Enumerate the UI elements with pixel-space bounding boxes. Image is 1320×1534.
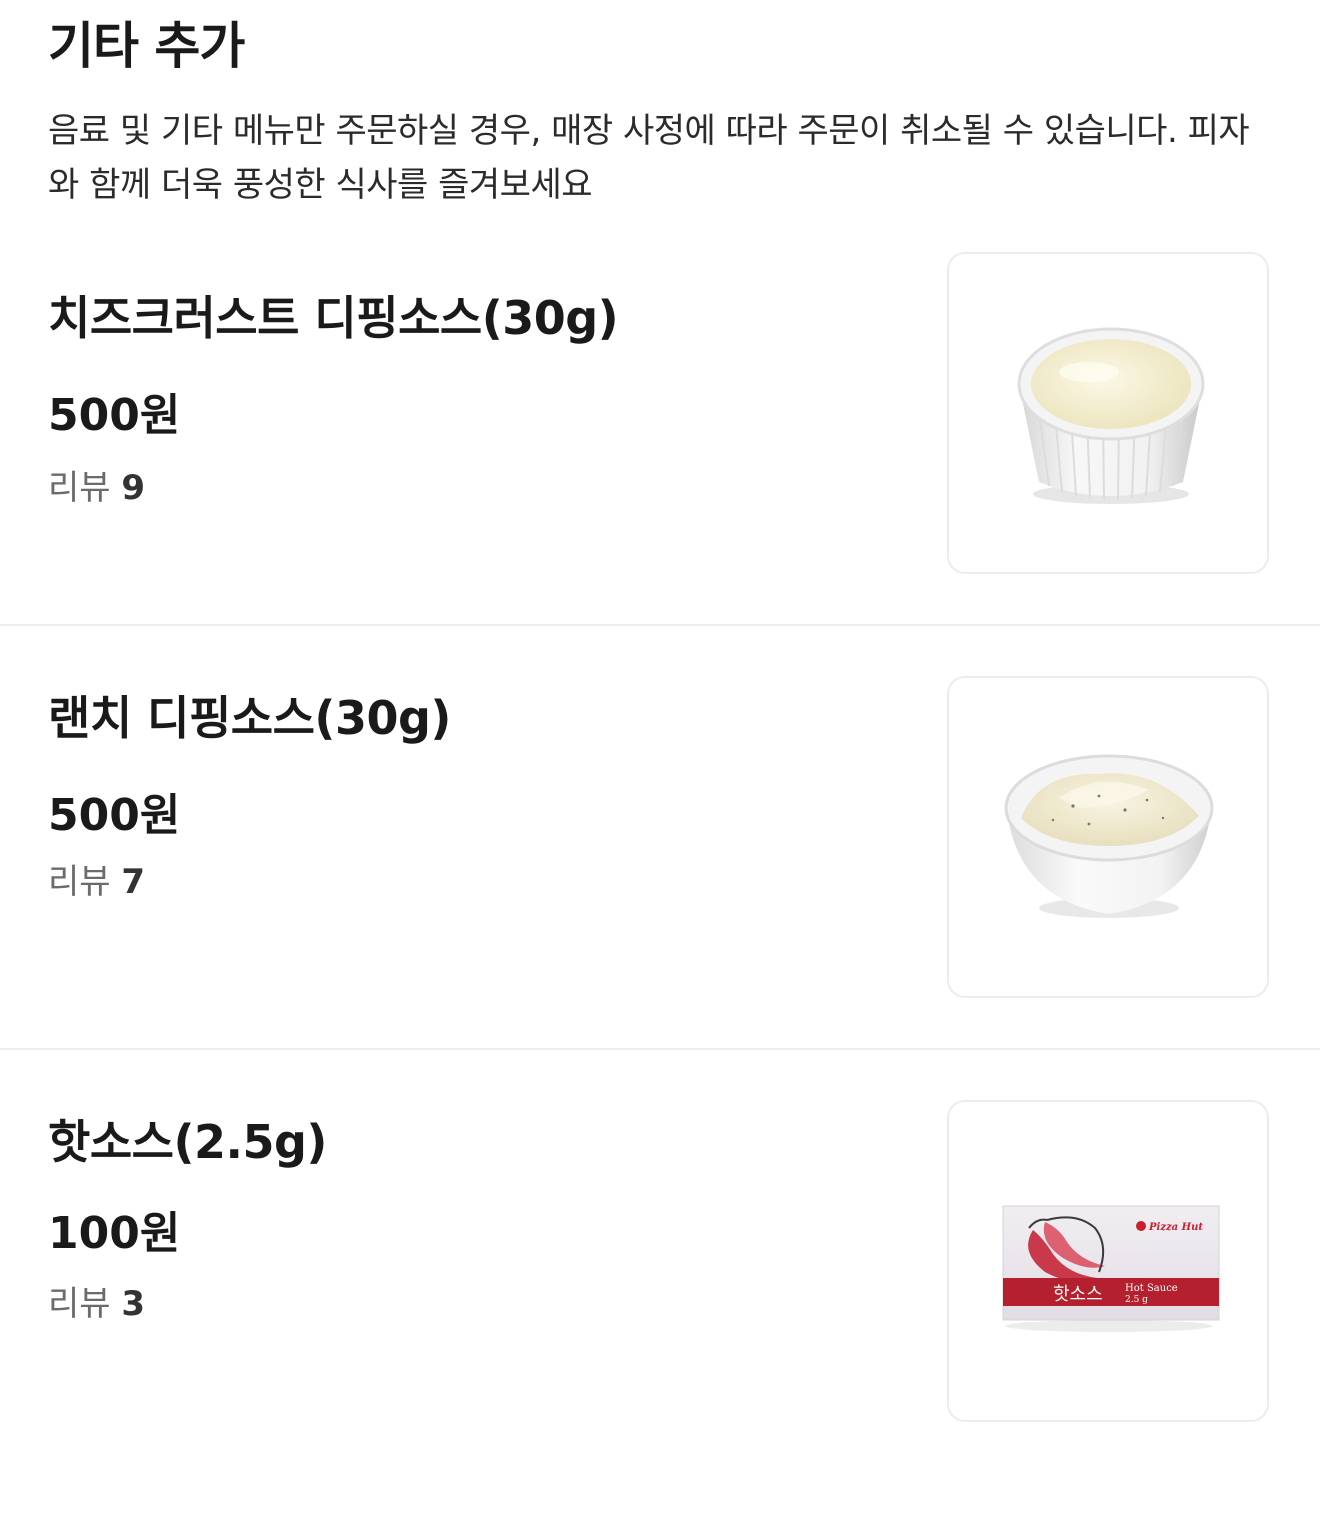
menu-item-ranch-sauce[interactable]: 랜치 디핑소스(30g) 500원 리뷰 7 bbox=[0, 624, 1320, 1110]
review-count: 9 bbox=[121, 468, 146, 508]
packet-korean-label: 핫소스 bbox=[1053, 1284, 1103, 1305]
packet-english-label: Hot Sauce bbox=[1125, 1283, 1178, 1294]
item-reviews: 리뷰 7 bbox=[48, 860, 145, 904]
item-name: 치즈크러스트 디핑소스(30g) bbox=[48, 291, 619, 345]
ranch-dipping-sauce-image bbox=[1004, 754, 1214, 918]
item-divider bbox=[0, 624, 1320, 626]
item-thumbnail[interactable]: Pizza Hut 핫소스 Hot Sauce 2.5 g bbox=[947, 1100, 1269, 1422]
item-thumbnail[interactable] bbox=[947, 676, 1269, 998]
item-reviews: 리뷰 9 bbox=[48, 466, 145, 510]
section-description: 음료 및 기타 메뉴만 주문하실 경우, 매장 사정에 따라 주문이 취소될 수… bbox=[48, 111, 1250, 205]
review-count: 7 bbox=[121, 862, 146, 902]
cheese-crust-dipping-sauce-image bbox=[1017, 327, 1205, 504]
item-price: 100원 bbox=[48, 1208, 181, 1259]
section-header: 기타 추가 음료 및 기타 메뉴만 주문하실 경우, 매장 사정에 따라 주문이… bbox=[48, 10, 1278, 212]
review-label: 리뷰 bbox=[48, 1284, 111, 1324]
item-reviews: 리뷰 3 bbox=[48, 1282, 145, 1326]
item-price: 500원 bbox=[48, 390, 181, 441]
item-name: 핫소스(2.5g) bbox=[48, 1115, 327, 1169]
menu-item-cheese-crust-sauce[interactable]: 치즈크러스트 디핑소스(30g) 500원 리뷰 9 bbox=[0, 252, 1320, 710]
packet-weight-label: 2.5 g bbox=[1125, 1295, 1148, 1305]
review-label: 리뷰 bbox=[48, 468, 111, 508]
review-count: 3 bbox=[121, 1284, 146, 1324]
item-thumbnail[interactable] bbox=[947, 252, 1269, 574]
item-name: 랜치 디핑소스(30g) bbox=[48, 691, 451, 745]
hot-sauce-packet-image: Pizza Hut 핫소스 Hot Sauce 2.5 g bbox=[1002, 1205, 1220, 1332]
item-price: 500원 bbox=[48, 790, 181, 841]
item-divider bbox=[0, 1048, 1320, 1050]
menu-item-hot-sauce[interactable]: 핫소스(2.5g) 100원 리뷰 3 Pizza Hut 핫소스 Hot Sa… bbox=[0, 1048, 1320, 1534]
review-label: 리뷰 bbox=[48, 862, 111, 902]
section-title: 기타 추가 bbox=[48, 17, 245, 75]
packet-brand-text: Pizza Hut bbox=[1148, 1222, 1203, 1233]
